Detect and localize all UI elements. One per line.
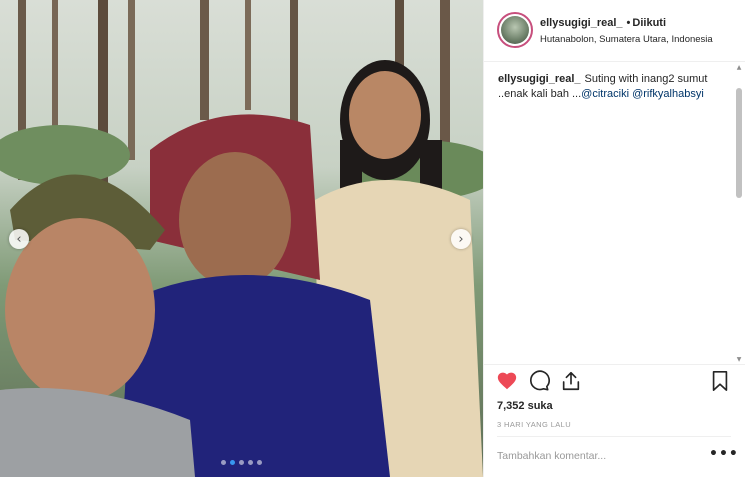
carousel-dot <box>248 460 253 465</box>
chevron-right-icon: › <box>458 231 464 247</box>
more-options-icon[interactable]: ••• <box>709 446 739 462</box>
share-icon[interactable] <box>560 370 582 392</box>
carousel-dot <box>257 460 262 465</box>
bookmark-icon[interactable] <box>709 370 731 392</box>
comment-input[interactable]: Tambahkan komentar... <box>497 450 606 462</box>
heart-icon[interactable] <box>496 370 518 392</box>
carousel-indicator <box>221 460 262 465</box>
post-timestamp[interactable]: 3 HARI YANG LALU <box>497 420 571 429</box>
comment-divider <box>497 436 731 437</box>
likes-count[interactable]: 7,352 suka <box>497 400 553 412</box>
carousel-dot <box>221 460 226 465</box>
carousel-dot <box>239 460 244 465</box>
photo-illustration <box>0 0 483 477</box>
chevron-left-icon: ‹ <box>16 231 22 247</box>
carousel-next-button[interactable]: › <box>451 229 471 249</box>
post-photo[interactable]: ‹ › <box>0 0 483 477</box>
carousel-dot-active <box>230 460 235 465</box>
comment-icon[interactable] <box>528 370 550 392</box>
carousel-prev-button[interactable]: ‹ <box>9 229 29 249</box>
